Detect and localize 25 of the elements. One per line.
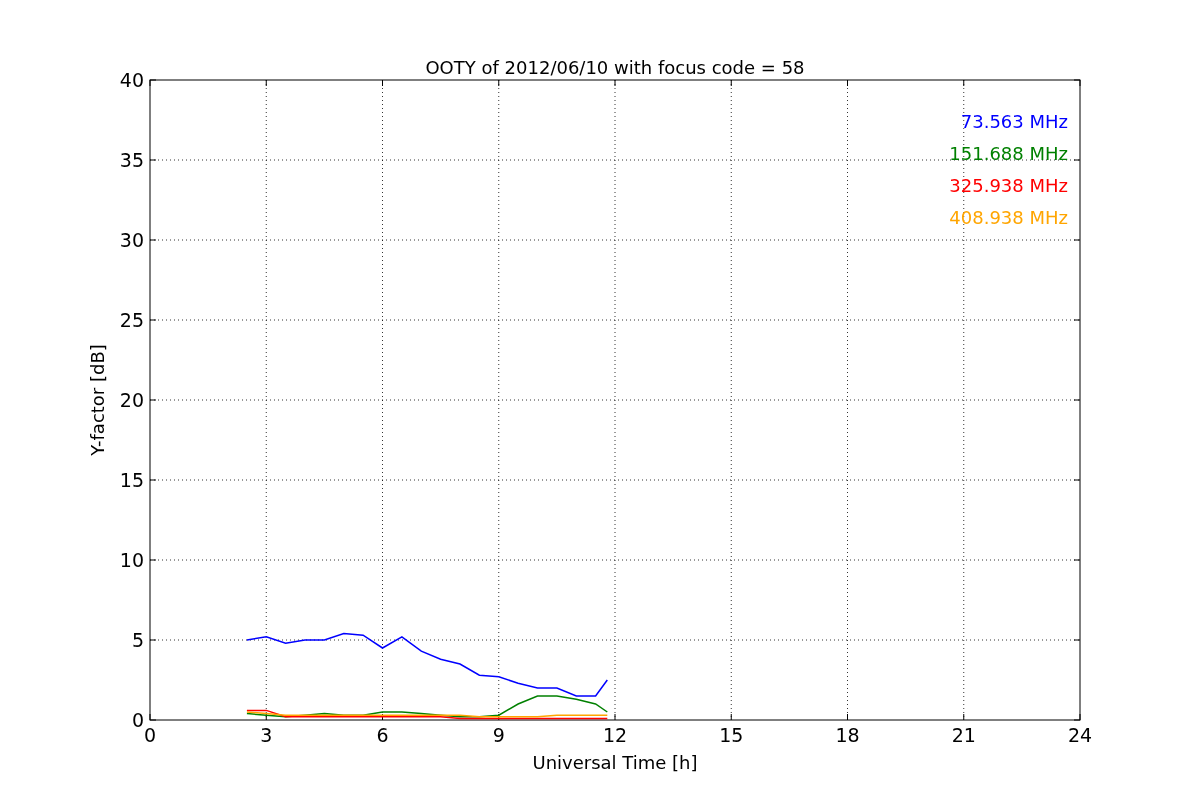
x-tick-label: 21 <box>951 724 976 746</box>
y-tick-label: 35 <box>119 149 144 171</box>
y-tick-label: 25 <box>119 309 144 331</box>
legend-label: 151.688 MHz <box>949 143 1068 164</box>
y-tick-label: 15 <box>119 469 144 491</box>
chart-title: OOTY of 2012/06/10 with focus code = 58 <box>425 57 805 78</box>
legend-label: 73.563 MHz <box>960 111 1068 132</box>
y-tick-label: 10 <box>119 549 144 571</box>
x-tick-label: 15 <box>719 724 744 746</box>
y-tick-label: 30 <box>119 229 144 251</box>
y-tick-label: 0 <box>131 709 144 731</box>
x-tick-label: 9 <box>492 724 505 746</box>
x-tick-label: 3 <box>260 724 273 746</box>
y-tick-label: 5 <box>131 629 144 651</box>
x-tick-label: 6 <box>376 724 389 746</box>
x-axis-label: Universal Time [h] <box>532 752 698 773</box>
x-tick-label: 12 <box>602 724 628 746</box>
legend-label: 408.938 MHz <box>949 207 1068 228</box>
x-tick-label: 18 <box>835 724 860 746</box>
legend-label: 325.938 MHz <box>949 175 1068 196</box>
x-tick-label: 24 <box>1067 724 1093 746</box>
x-tick-label: 0 <box>143 724 157 746</box>
y-axis-label: Y-factor [dB] <box>87 344 108 456</box>
y-tick-label: 40 <box>119 69 144 91</box>
y-tick-label: 20 <box>119 389 144 411</box>
